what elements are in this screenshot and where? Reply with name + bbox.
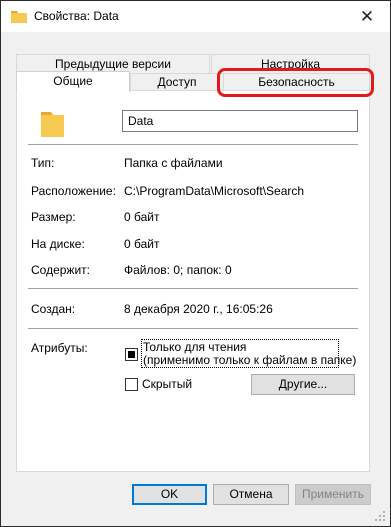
tab-label: Предыдущие версии bbox=[55, 57, 171, 71]
button-label: OK bbox=[160, 487, 179, 501]
attributes-label: Атрибуты: bbox=[31, 341, 88, 355]
other-attributes-button[interactable]: Другие... bbox=[251, 374, 355, 395]
apply-button[interactable]: Применить bbox=[295, 484, 371, 505]
general-tab-panel: Data Тип: Папка с файлами Расположение: … bbox=[16, 90, 370, 472]
divider bbox=[28, 328, 358, 329]
created-label: Создан: bbox=[31, 302, 76, 316]
contains-value: Файлов: 0; папок: 0 bbox=[124, 263, 232, 277]
tab-general[interactable]: Общие bbox=[16, 71, 130, 92]
readonly-checkbox[interactable] bbox=[125, 348, 138, 361]
tab-label: Доступ bbox=[157, 75, 197, 89]
created-value: 8 декабря 2020 г., 16:05:26 bbox=[124, 302, 273, 316]
hidden-label: Скрытый bbox=[142, 377, 193, 391]
ondisk-label: На диске: bbox=[31, 237, 85, 251]
button-label: Отмена bbox=[229, 487, 273, 501]
ondisk-value: 0 байт bbox=[124, 237, 160, 251]
hidden-checkbox[interactable] bbox=[125, 378, 138, 391]
folder-name-input[interactable]: Data bbox=[122, 110, 358, 132]
window-title: Свойства: Data bbox=[34, 9, 119, 23]
folder-icon bbox=[41, 112, 64, 137]
tab-label: Общие bbox=[53, 74, 93, 88]
title-bar[interactable]: Свойства: Data ✕ bbox=[1, 1, 390, 32]
type-label: Тип: bbox=[31, 156, 55, 170]
divider bbox=[28, 288, 358, 289]
divider bbox=[28, 144, 358, 145]
location-value: C:\ProgramData\Microsoft\Search bbox=[124, 184, 305, 198]
location-label: Расположение: bbox=[31, 184, 116, 198]
folder-icon bbox=[11, 11, 27, 23]
cancel-button[interactable]: Отмена bbox=[213, 484, 289, 505]
tab-sharing[interactable]: Доступ bbox=[130, 73, 224, 91]
close-icon: ✕ bbox=[359, 6, 375, 26]
type-value: Папка с файлами bbox=[124, 156, 223, 170]
contains-label: Содержит: bbox=[31, 263, 90, 277]
properties-dialog: Свойства: Data ✕ Предыдущие версии Настр… bbox=[0, 0, 391, 527]
ok-button[interactable]: OK bbox=[132, 484, 207, 505]
readonly-label: Только для чтения bbox=[143, 340, 247, 354]
size-value: 0 байт bbox=[124, 210, 160, 224]
button-label: Применить bbox=[301, 487, 364, 501]
button-label: Другие... bbox=[278, 377, 328, 391]
size-label: Размер: bbox=[31, 210, 76, 224]
security-tab-highlight bbox=[217, 68, 374, 97]
readonly-hint: (применимо только к файлам в папке) bbox=[143, 353, 357, 367]
resize-grip-icon[interactable] bbox=[374, 510, 386, 522]
close-button[interactable]: ✕ bbox=[344, 1, 390, 32]
